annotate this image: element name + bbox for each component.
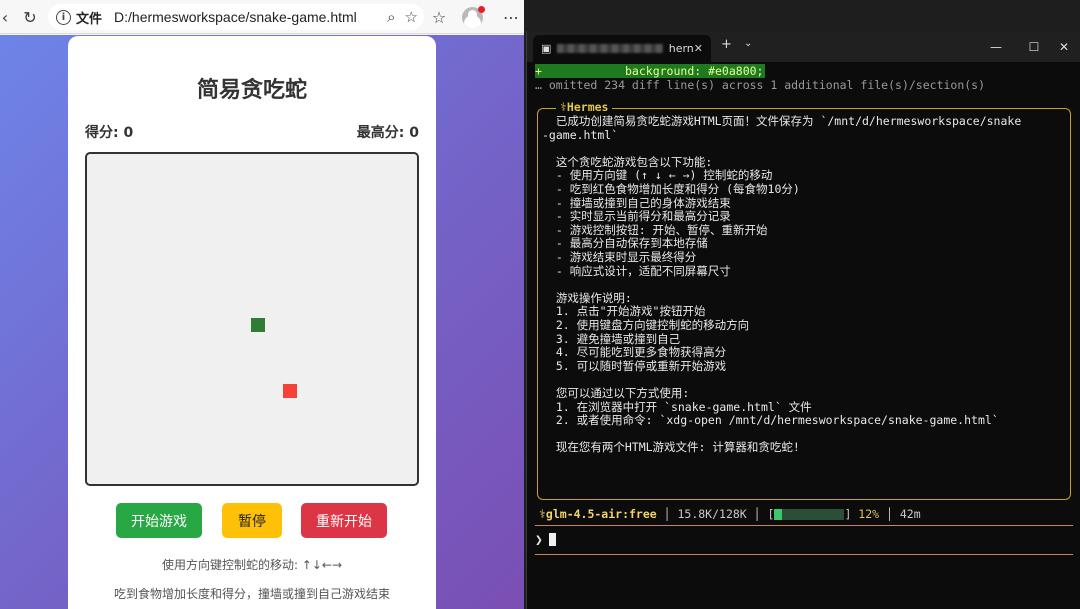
browser-toolbar: ‹ ↻ i 文件 D:/hermesworkspace/snake-game.h… — [0, 0, 524, 34]
hermes-output-line: - 吃到红色食物增加长度和得分 (每食物10分) — [542, 182, 800, 196]
hermes-output-line: 已成功创建简易贪吃蛇游戏HTML页面！文件保存为 `/mnt/d/hermesw… — [542, 114, 1022, 128]
hermes-output-line: 4. 尽可能吃到更多食物获得高分 — [542, 345, 727, 360]
session-time: 42m — [899, 507, 921, 521]
hermes-output-line: 这个贪吃蛇游戏包含以下功能: — [542, 154, 713, 169]
address-bar[interactable]: i 文件 D:/hermesworkspace/snake-game.html … — [48, 4, 424, 30]
controls-hint: 使用方向键控制蛇的移动: ↑↓←→ — [161, 558, 343, 572]
rules-hint: 吃到食物增加长度和得分，撞墙或撞到自己游戏结束 — [113, 587, 390, 601]
back-icon[interactable]: ‹ — [0, 6, 16, 28]
terminal-window: ▣ hern ✕ + ⌄ — ☐ ✕ + background: #e0a800… — [526, 31, 1080, 609]
hermes-panel-title: ⚕Hermes — [556, 100, 613, 115]
token-usage: 15.8K/128K — [677, 507, 747, 521]
prompt-divider-top — [535, 525, 1073, 526]
high-score-display: 最高分: 0 — [356, 125, 419, 141]
tab-dropdown-icon[interactable]: ⌄ — [744, 38, 752, 49]
refresh-icon[interactable]: ↻ — [19, 6, 41, 28]
hermes-output-line: 1. 点击"开始游戏"按钮开始 — [542, 304, 706, 319]
new-tab-icon[interactable]: + — [721, 37, 732, 52]
hermes-output-line: - 最高分自动保存到本地存储 — [542, 236, 708, 251]
hermes-output-line: - 游戏结束时显示最终得分 — [542, 250, 697, 264]
pause-button[interactable]: 暂停 — [222, 503, 282, 538]
address-scheme: 文件 — [76, 11, 103, 27]
terminal-tab-icon: ▣ — [541, 42, 552, 55]
status-line: ⚕glm-4.5-air:free │ 15.8K/128K │ [] 12% … — [539, 507, 921, 521]
context-bar-empty — [782, 509, 845, 520]
game-board[interactable] — [85, 152, 419, 486]
browser-window: ‹ ↻ i 文件 D:/hermesworkspace/snake-game.h… — [0, 0, 524, 609]
restart-button[interactable]: 重新开始 — [301, 503, 387, 538]
tab-close-icon[interactable]: ✕ — [694, 42, 703, 55]
hermes-output-line: - 响应式设计，适配不同屏幕尺寸 — [542, 263, 731, 278]
zoom-icon[interactable]: ⌕ — [387, 8, 395, 26]
minimize-icon[interactable]: — — [977, 31, 1015, 62]
hermes-output-line: - 撞墙或撞到自己的身体游戏结束 — [542, 195, 731, 210]
hermes-response-panel: ⚕Hermes 已成功创建简易贪吃蛇游戏HTML页面！文件保存为 `/mnt/d… — [537, 100, 1071, 500]
menu-icon[interactable]: ⋯ — [500, 6, 522, 28]
favorite-star-icon[interactable]: ☆ — [405, 8, 418, 26]
hermes-output-line: -game.html` — [542, 127, 619, 142]
hermes-output-line: 游戏操作说明: — [542, 290, 632, 305]
hermes-output-line: - 游戏控制按钮: 开始、暂停、重新开始 — [542, 222, 768, 237]
prompt-divider-bottom — [535, 554, 1073, 555]
food-item — [283, 384, 297, 398]
hermes-output-line: 1. 在浏览器中打开 `snake-game.html` 文件 — [542, 399, 812, 414]
terminal-tab-title: hern — [668, 42, 694, 55]
context-percent: 12% — [858, 507, 880, 521]
hermes-output-line: 现在您有两个HTML游戏文件: 计算器和贪吃蛇! — [542, 440, 800, 455]
profile-notification-dot — [478, 6, 485, 13]
start-game-button[interactable]: 开始游戏 — [116, 503, 202, 538]
hermes-output-line: - 使用方向键 (↑ ↓ ← →) 控制蛇的移动 — [542, 168, 773, 183]
hermes-output-line: 3. 避免撞墙或撞到自己 — [542, 331, 681, 346]
model-name: ⚕glm-4.5-air:free — [539, 507, 657, 521]
hermes-output-line: 2. 或者使用命令: `xdg-open /mnt/d/hermesworksp… — [542, 413, 999, 428]
omitted-diff-notice: … omitted 234 diff line(s) across 1 addi… — [535, 78, 986, 92]
game-container: 简易贪吃蛇 得分: 0 最高分: 0 开始游戏 暂停 重新开始 使用方向键控制蛇… — [68, 36, 436, 609]
hermes-output-line: 您可以通过以下方式使用: — [542, 386, 690, 400]
snake-segment — [251, 318, 265, 332]
page-viewport: 简易贪吃蛇 得分: 0 最高分: 0 开始游戏 暂停 重新开始 使用方向键控制蛇… — [0, 35, 524, 609]
terminal-tab-blurred-title — [557, 44, 663, 53]
score-display: 得分: 0 — [85, 125, 134, 141]
hermes-output-line: 2. 使用键盘方向键控制蛇的移动方向 — [542, 318, 750, 332]
hermes-output-line: 5. 可以随时暂停或重新开始游戏 — [542, 358, 727, 373]
input-prompt[interactable]: ❯ — [535, 533, 556, 548]
hermes-output-line: - 实时显示当前得分和最高分记录 — [542, 209, 731, 224]
game-title: 简易贪吃蛇 — [196, 78, 307, 103]
favorites-icon[interactable]: ☆ — [428, 6, 450, 28]
prompt-symbol: ❯ — [535, 533, 543, 548]
context-bar-fill — [774, 509, 783, 520]
diff-line: + background: #e0a800; — [535, 64, 766, 78]
terminal-titlebar: ▣ hern ✕ + ⌄ — ☐ ✕ — [527, 31, 1080, 62]
address-url[interactable]: D:/hermesworkspace/snake-game.html — [114, 9, 357, 25]
site-info-icon[interactable]: i — [56, 9, 71, 25]
close-window-icon[interactable]: ✕ — [1045, 31, 1080, 62]
text-cursor — [548, 533, 556, 546]
terminal-tab[interactable]: ▣ hern ✕ — [533, 35, 711, 62]
